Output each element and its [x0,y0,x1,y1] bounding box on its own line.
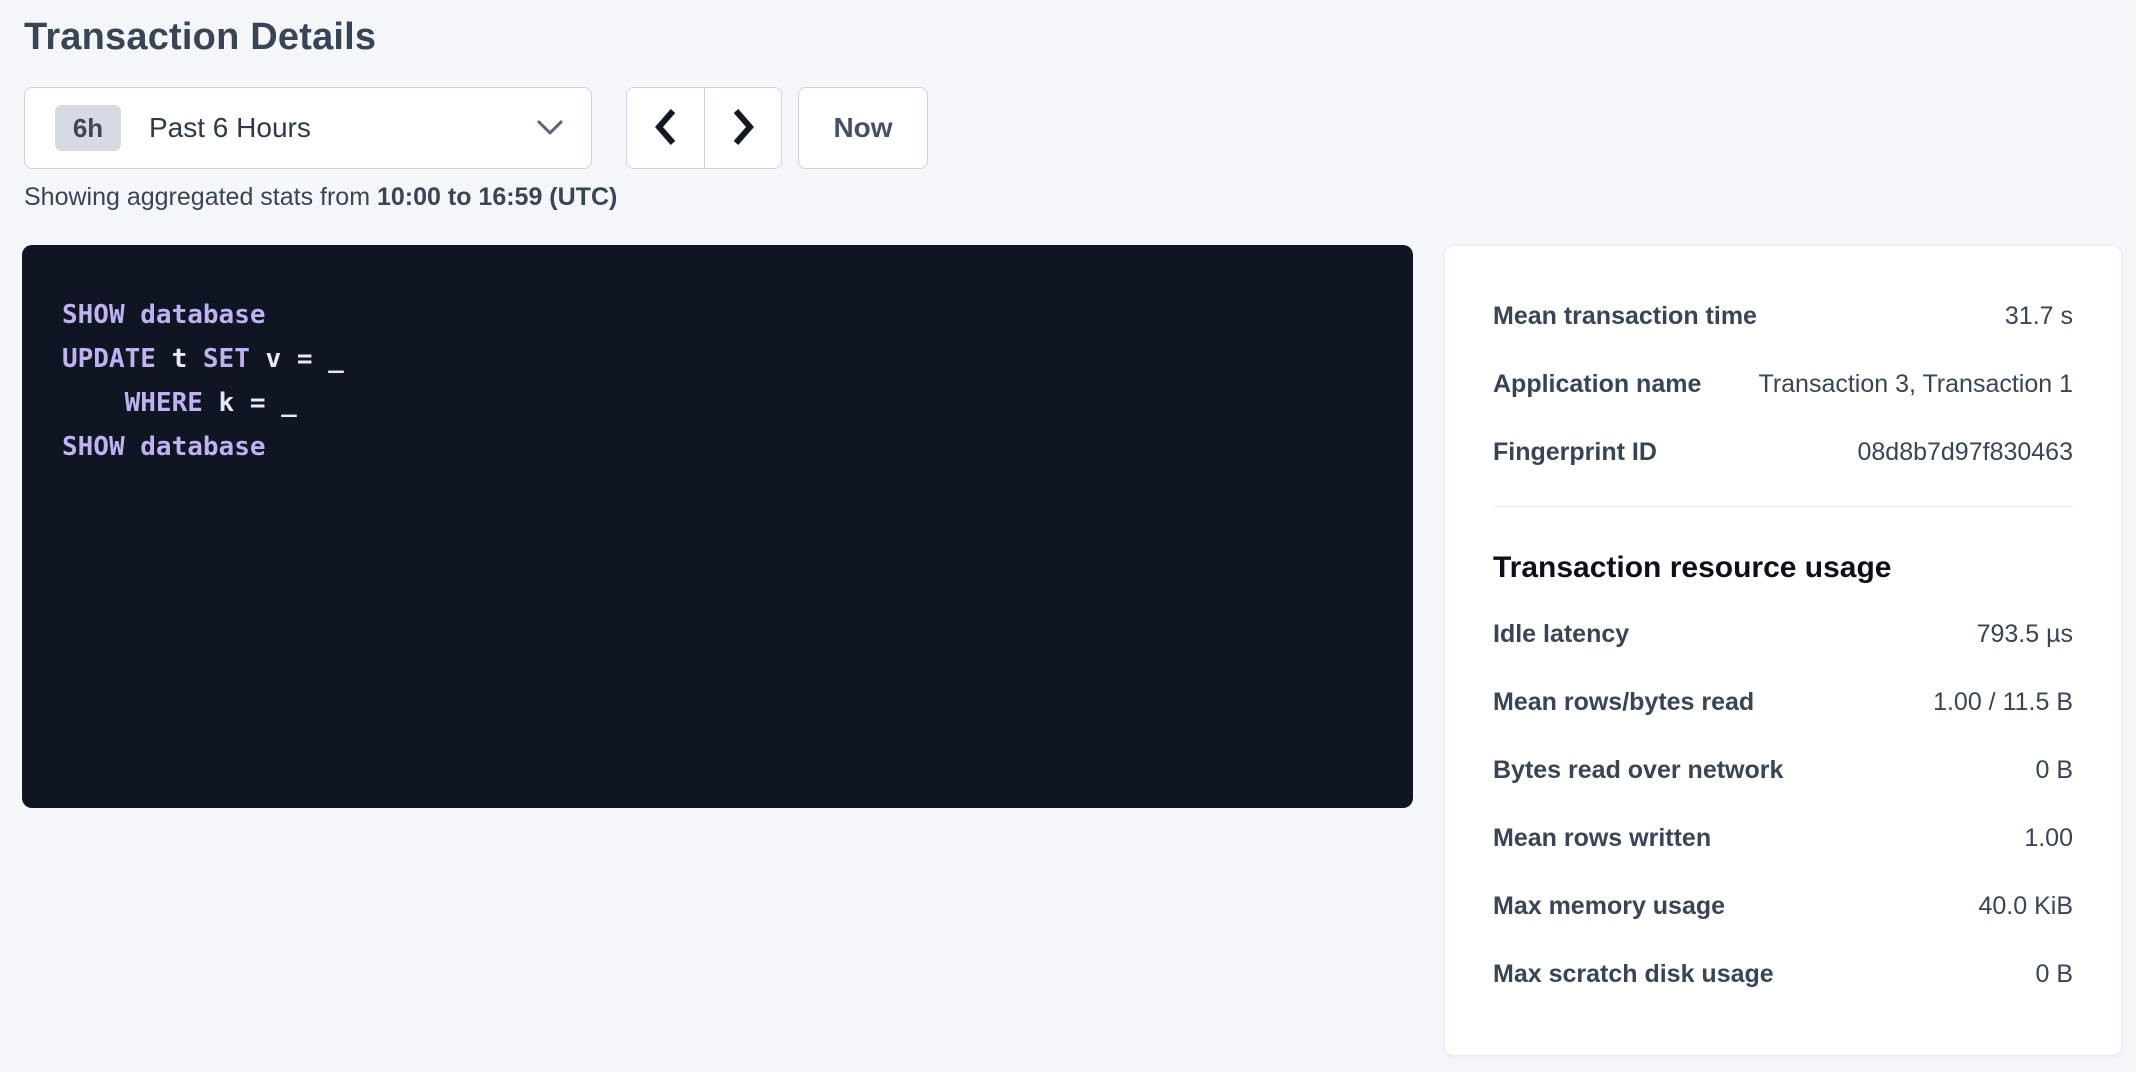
sql-token: database [140,300,265,330]
stats-row-value: 08d8b7d97f830463 [1857,438,2073,467]
stats-row-value: 1.00 / 11.5 B [1933,688,2073,717]
usage-rows: Idle latency 793.5 µs Mean rows/bytes read… [1493,620,2073,990]
next-time-button[interactable] [704,88,781,168]
stats-row-value: Transaction 3, Transaction 1 [1758,370,2073,399]
stats-row: Mean rows/bytes read 1.00 / 11.5 B [1493,688,2073,718]
stats-row-value: 1.00 [2024,824,2073,853]
sql-token: t [156,344,203,374]
sql-token: WHERE [125,388,203,418]
time-range-badge: 6h [55,105,121,151]
section-heading: Transaction resource usage [1493,550,2073,586]
sql-token: SHOW [62,300,125,330]
transaction-details-page: Transaction Details 6h Past 6 Hours [0,0,2136,1072]
stats-row-label: Bytes read over network [1493,756,1783,785]
stats-row-label: Application name [1493,370,1701,399]
details-panel: Mean transaction time 31.7 s Application n… [1444,245,2122,1056]
stats-row: Idle latency 793.5 µs [1493,620,2073,650]
stats-row: Fingerprint ID 08d8b7d97f830463 [1493,438,2073,468]
page-title: Transaction Details [24,16,376,59]
stats-row-label: Idle latency [1493,620,1629,649]
sql-token: SET [203,344,250,374]
chevron-left-icon [654,107,678,150]
stats-row-value: 793.5 µs [1977,620,2073,649]
stats-row-label: Mean rows/bytes read [1493,688,1754,717]
sql-line: WHERE k = _ [62,381,1373,425]
stats-row-label: Mean transaction time [1493,302,1757,331]
now-button[interactable]: Now [798,87,928,169]
sql-code: SHOW databaseUPDATE t SET v = _ WHERE k … [62,293,1373,469]
stats-row-value: 0 B [2035,756,2073,785]
stats-row-value: 0 B [2035,960,2073,989]
stats-row: Mean rows written 1.00 [1493,824,2073,854]
sql-token [125,300,141,330]
stats-row: Mean transaction time 31.7 s [1493,302,2073,332]
summary-rows: Mean transaction time 31.7 s Application n… [1493,302,2073,468]
sql-line: SHOW database [62,425,1373,469]
stats-row-label: Max scratch disk usage [1493,960,1774,989]
chevron-down-icon [535,119,565,137]
stats-row: Bytes read over network 0 B [1493,756,2073,786]
sql-statement-box: SHOW databaseUPDATE t SET v = _ WHERE k … [22,245,1413,808]
stats-row-value: 40.0 KiB [1978,892,2073,921]
stats-row-label: Max memory usage [1493,892,1725,921]
sql-line: UPDATE t SET v = _ [62,337,1373,381]
divider [1493,506,2073,507]
stats-row-label: Mean rows written [1493,824,1711,853]
chevron-right-icon [731,107,755,150]
stats-row-label: Fingerprint ID [1493,438,1657,467]
sql-token: UPDATE [62,344,156,374]
stats-summary-range: 10:00 to 16:59 (UTC) [377,183,617,211]
stats-row: Application name Transaction 3, Transacti… [1493,370,2073,400]
sql-token: k = _ [203,388,297,418]
sql-token: v = _ [250,344,344,374]
stats-row: Max memory usage 40.0 KiB [1493,892,2073,922]
sql-token: SHOW [62,432,125,462]
sql-line: SHOW database [62,293,1373,337]
sql-token [125,432,141,462]
stats-summary-prefix: Showing aggregated stats from [24,183,377,211]
stats-row: Max scratch disk usage 0 B [1493,960,2073,990]
time-range-dropdown[interactable]: 6h Past 6 Hours [24,87,592,169]
stats-row-value: 31.7 s [2005,302,2073,331]
time-range-label: Past 6 Hours [149,112,311,144]
sql-token: database [140,432,265,462]
time-step-buttons [626,87,782,169]
prev-time-button[interactable] [627,88,704,168]
time-picker-toolbar: 6h Past 6 Hours [24,87,928,169]
stats-summary-text: Showing aggregated stats from 10:00 to 1… [24,183,617,212]
